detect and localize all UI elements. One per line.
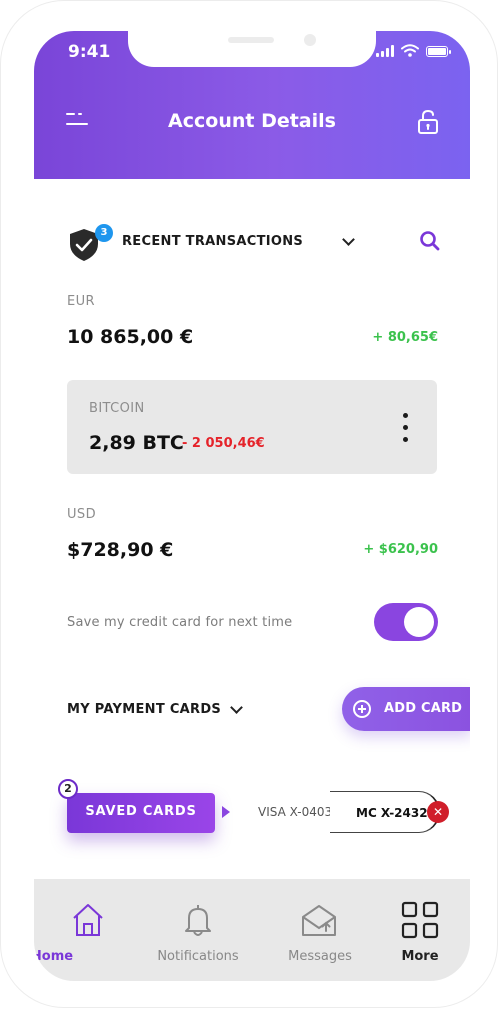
more-options-icon[interactable] <box>397 412 413 444</box>
battery-icon <box>426 46 451 57</box>
currency-label: USD <box>67 507 96 522</box>
notch <box>128 31 376 67</box>
bell-icon <box>185 905 211 936</box>
tab-label: More <box>401 949 439 964</box>
home-icon <box>73 904 103 936</box>
front-camera <box>304 34 316 46</box>
saved-cards-count-badge: 2 <box>58 779 78 799</box>
tab-messages[interactable]: Messages <box>270 879 370 981</box>
grid-icon <box>401 901 439 939</box>
app-screen: 9:41 Account Details 3 RECENT TRANSACTIO… <box>34 31 470 981</box>
speaker <box>228 37 274 43</box>
card-mastercard-label: MC X-2432 <box>356 806 428 820</box>
balance-change: + 80,65€ <box>372 330 438 345</box>
balance-change: + $620,90 <box>363 542 438 557</box>
card-mastercard[interactable]: MC X-2432 <box>330 791 440 833</box>
plus-circle-icon <box>353 700 371 718</box>
add-card-label: ADD CARD <box>384 701 463 716</box>
saved-cards-button[interactable]: SAVED CARDS <box>67 793 215 833</box>
envelope-icon <box>302 905 336 936</box>
header: 9:41 Account Details <box>34 31 470 179</box>
save-card-label: Save my credit card for next time <box>67 615 293 630</box>
status-time: 9:41 <box>68 42 111 62</box>
tab-label: Notifications <box>157 949 239 964</box>
account-bitcoin[interactable]: BITCOIN 2,89 BTC - 2 050,46€ <box>67 380 437 474</box>
recent-transactions-title[interactable]: RECENT TRANSACTIONS <box>122 234 303 249</box>
balance-amount: 2,89 BTC <box>89 432 184 454</box>
close-icon[interactable]: ✕ <box>427 801 449 823</box>
chevron-down-icon[interactable] <box>342 233 355 246</box>
tab-label: Messages <box>288 949 352 964</box>
card-visa[interactable]: VISA X-0403 <box>258 805 332 819</box>
tab-more[interactable]: More <box>372 879 470 981</box>
saved-cards-label: SAVED CARDS <box>85 804 197 819</box>
phone-frame: 9:41 Account Details 3 RECENT TRANSACTIO… <box>0 0 498 1008</box>
payment-cards-title[interactable]: MY PAYMENT CARDS <box>67 702 221 717</box>
wifi-icon <box>401 44 419 57</box>
balance-amount: $728,90 € <box>67 539 174 561</box>
search-icon[interactable] <box>418 229 442 253</box>
chevron-down-icon[interactable] <box>230 701 243 714</box>
lock-icon[interactable] <box>417 109 439 135</box>
tab-notifications[interactable]: Notifications <box>148 879 248 981</box>
notification-count-badge: 3 <box>95 224 113 242</box>
save-card-toggle[interactable] <box>374 603 438 641</box>
signal-icon <box>376 45 394 57</box>
toggle-knob <box>404 607 434 637</box>
tab-label: Home <box>34 949 74 964</box>
currency-label: BITCOIN <box>89 401 145 416</box>
arrow-right-icon <box>222 806 230 818</box>
status-icons <box>376 44 451 57</box>
recent-transactions-header: 3 RECENT TRANSACTIONS <box>66 224 442 261</box>
balance-change: - 2 050,46€ <box>182 436 265 451</box>
page-title: Account Details <box>168 110 336 132</box>
add-card-button[interactable]: ADD CARD <box>342 687 470 731</box>
balance-amount: 10 865,00 € <box>67 326 194 348</box>
currency-label: EUR <box>67 294 95 309</box>
tab-bar: Home Notifications Messages More <box>34 879 470 981</box>
tab-home[interactable]: Home <box>34 879 138 981</box>
